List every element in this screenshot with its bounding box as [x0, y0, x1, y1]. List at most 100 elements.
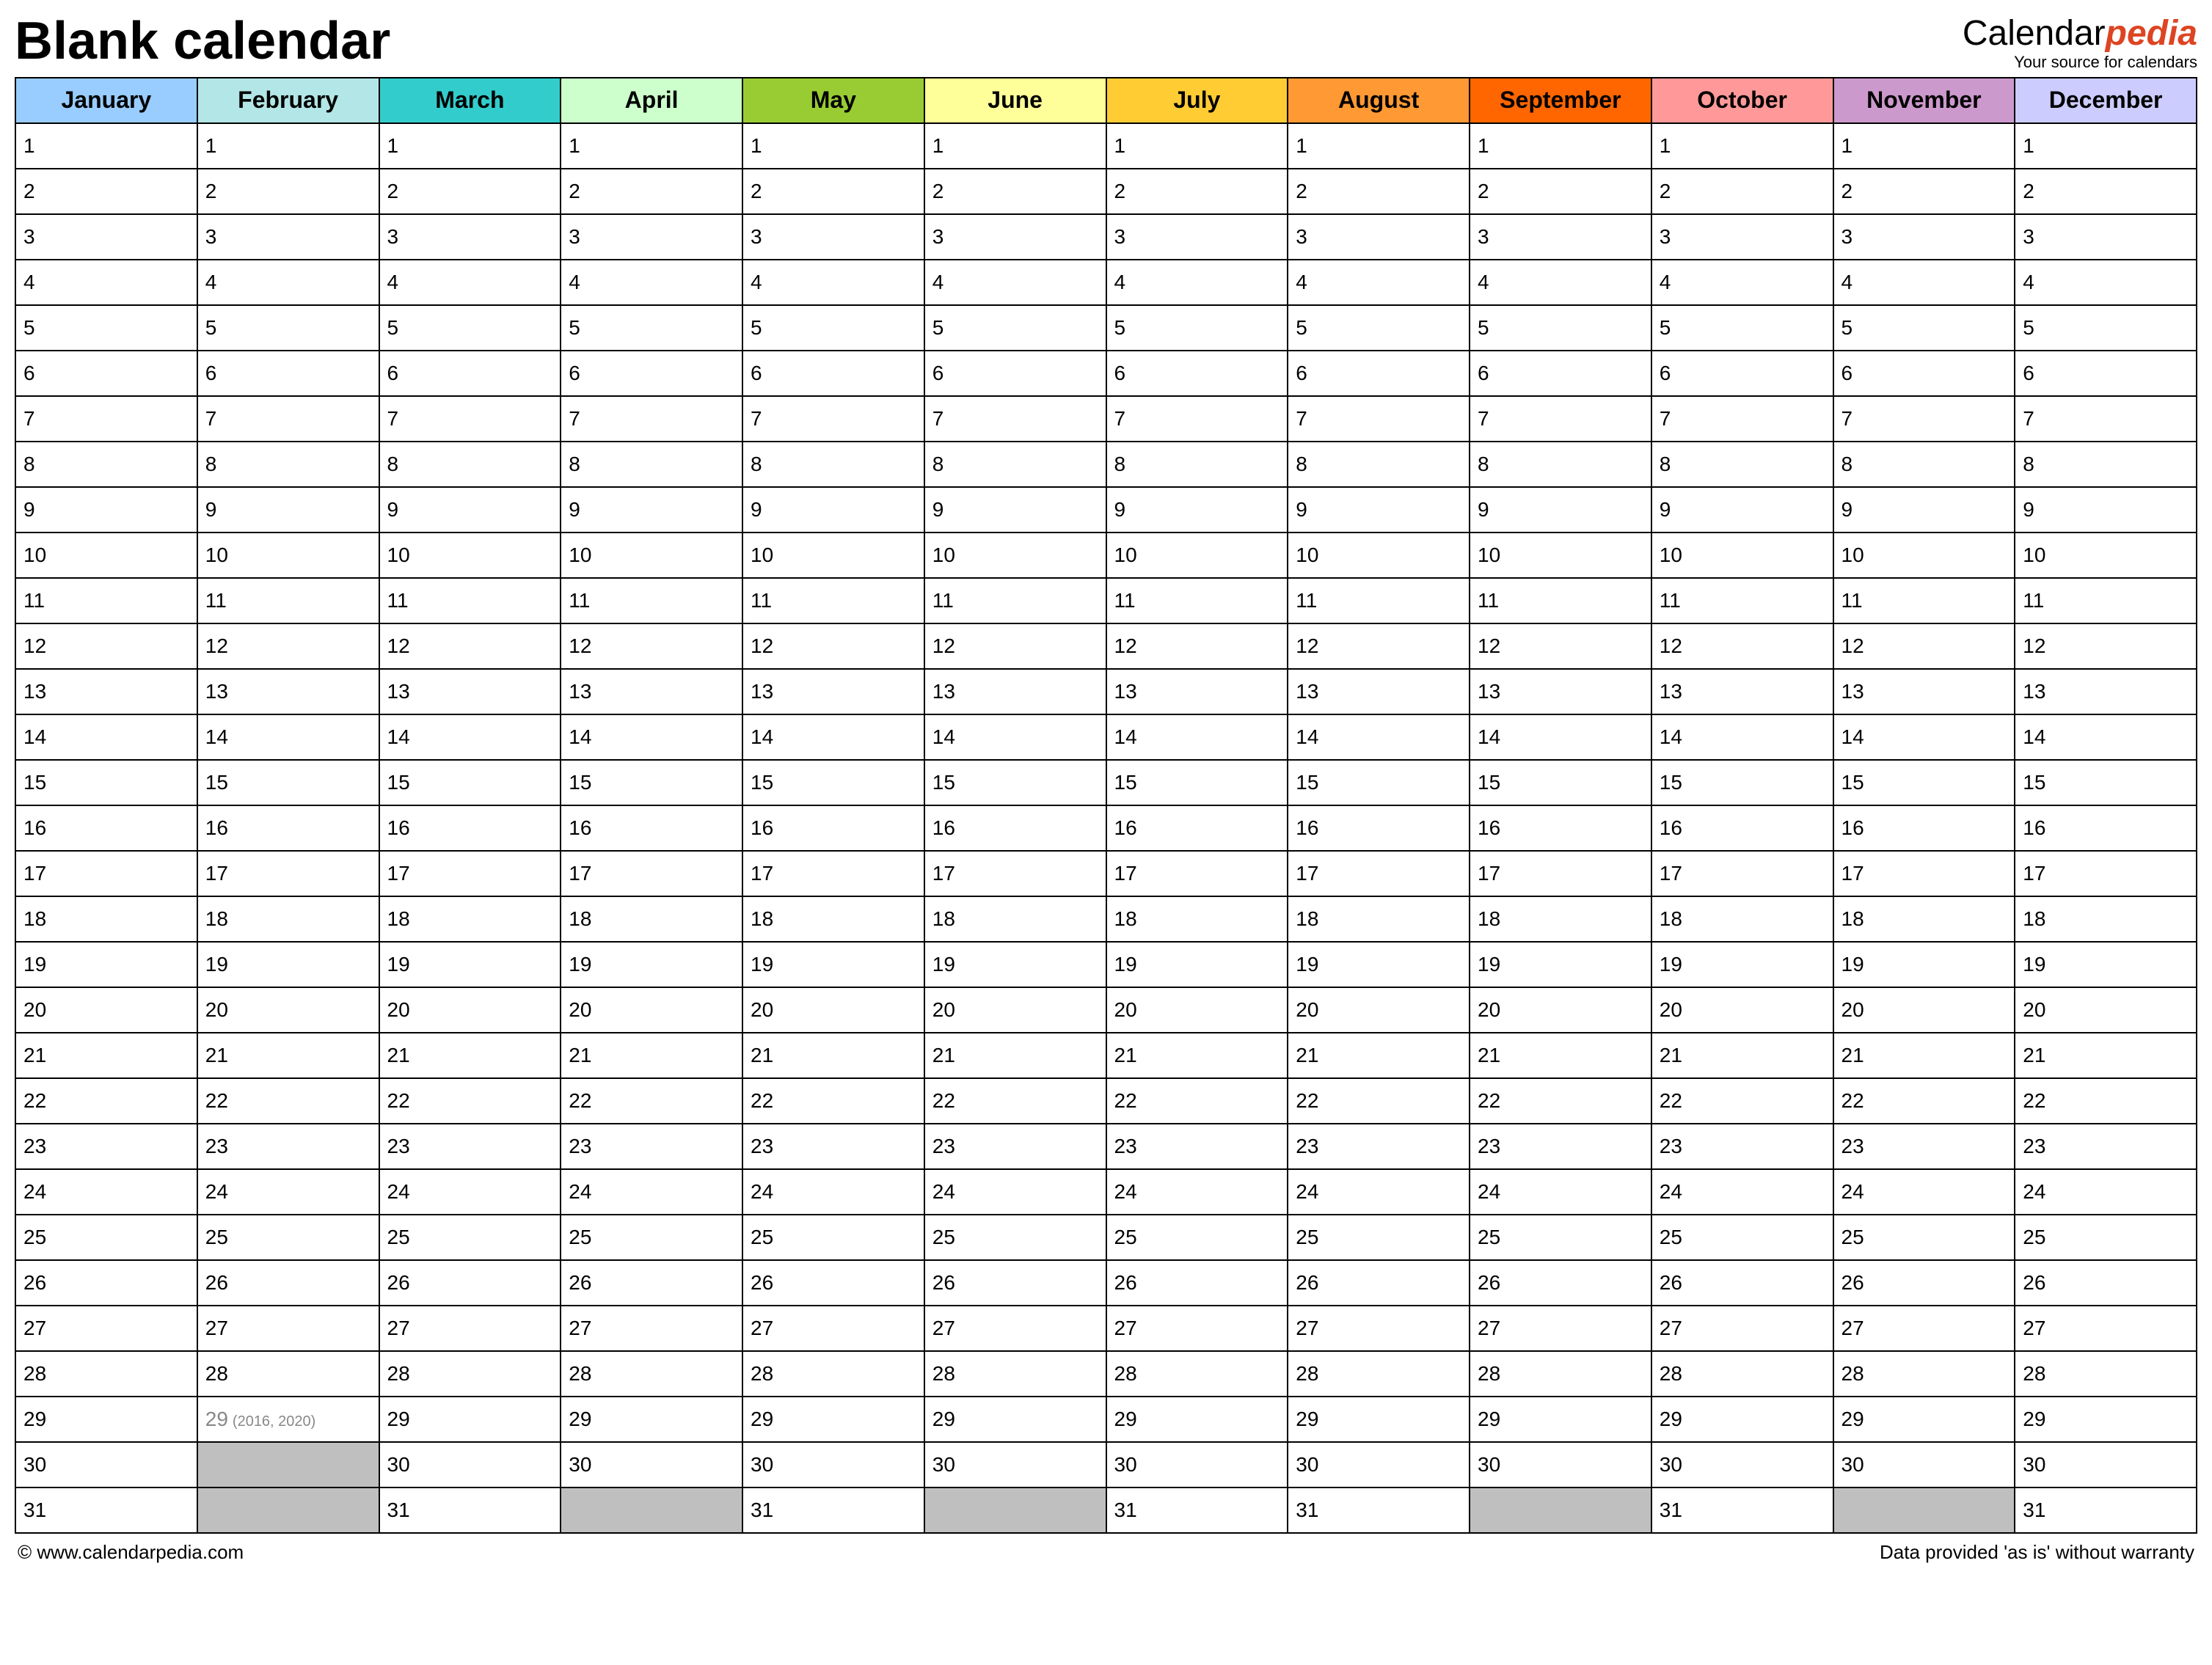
day-cell: 19: [1470, 942, 1651, 987]
day-cell: 20: [15, 987, 197, 1033]
day-cell: 7: [1106, 396, 1288, 442]
day-cell: 12: [924, 623, 1106, 669]
day-cell: 3: [1470, 214, 1651, 260]
day-cell: 6: [379, 351, 561, 396]
day-cell: 2: [924, 169, 1106, 214]
day-cell: 3: [561, 214, 742, 260]
day-cell: 23: [15, 1124, 197, 1169]
logo-main: Calendarpedia: [1963, 15, 2197, 54]
day-cell: 29: [924, 1397, 1106, 1442]
day-cell: 15: [1106, 760, 1288, 805]
day-cell: 1: [1833, 123, 2015, 169]
day-cell: 3: [15, 214, 197, 260]
day-cell: 20: [561, 987, 742, 1033]
day-cell: 8: [15, 442, 197, 487]
day-cell: 23: [197, 1124, 379, 1169]
day-cell: 8: [742, 442, 924, 487]
day-cell: 26: [1833, 1260, 2015, 1306]
day-cell: 7: [924, 396, 1106, 442]
day-cell: 2: [1470, 169, 1651, 214]
day-cell: 16: [15, 805, 197, 851]
day-cell: 29: [379, 1397, 561, 1442]
day-cell: 8: [379, 442, 561, 487]
leap-note: (2016, 2020): [233, 1413, 315, 1430]
day-cell: 17: [379, 851, 561, 896]
day-cell: 12: [15, 623, 197, 669]
day-cell: 15: [1288, 760, 1470, 805]
day-cell: 19: [1833, 942, 2015, 987]
day-cell: 10: [15, 533, 197, 578]
day-cell: 24: [1106, 1169, 1288, 1215]
day-cell: 27: [379, 1306, 561, 1351]
day-cell: 31: [15, 1487, 197, 1533]
day-cell: 24: [197, 1169, 379, 1215]
day-row: 999999999999: [15, 487, 2197, 533]
day-cell: 5: [742, 305, 924, 351]
day-cell: 25: [15, 1215, 197, 1260]
day-cell: 15: [1470, 760, 1651, 805]
day-cell: 31: [379, 1487, 561, 1533]
day-cell: 16: [1833, 805, 2015, 851]
day-cell: 17: [742, 851, 924, 896]
leap-day: 29: [205, 1408, 228, 1430]
day-cell: 27: [1833, 1306, 2015, 1351]
day-cell: 14: [15, 714, 197, 760]
day-cell: 7: [1833, 396, 2015, 442]
day-cell: 13: [15, 669, 197, 714]
day-cell: 21: [15, 1033, 197, 1078]
day-cell: 18: [379, 896, 561, 942]
day-cell: 29: [1833, 1397, 2015, 1442]
day-cell: 24: [742, 1169, 924, 1215]
logo-part2: pedia: [2106, 14, 2197, 53]
day-cell: 16: [1470, 805, 1651, 851]
day-row: 666666666666: [15, 351, 2197, 396]
day-cell: 6: [1106, 351, 1288, 396]
day-cell: 21: [561, 1033, 742, 1078]
day-cell: 1: [2015, 123, 2197, 169]
day-cell: 21: [1833, 1033, 2015, 1078]
day-cell: 14: [1288, 714, 1470, 760]
day-cell: 4: [1651, 260, 1833, 305]
day-cell: 26: [1288, 1260, 1470, 1306]
day-row: 3030303030303030303030: [15, 1442, 2197, 1487]
day-cell: 25: [1470, 1215, 1651, 1260]
day-row: 181818181818181818181818: [15, 896, 2197, 942]
day-cell: 13: [924, 669, 1106, 714]
day-cell: 7: [2015, 396, 2197, 442]
day-cell: 8: [2015, 442, 2197, 487]
day-cell: 10: [1288, 533, 1470, 578]
day-row: 141414141414141414141414: [15, 714, 2197, 760]
day-cell: 9: [1288, 487, 1470, 533]
day-cell: [197, 1442, 379, 1487]
day-cell: 5: [561, 305, 742, 351]
day-cell: 11: [15, 578, 197, 623]
day-cell: 6: [742, 351, 924, 396]
month-header-may: May: [742, 78, 924, 123]
day-cell: 28: [1106, 1351, 1288, 1397]
day-cell: 20: [197, 987, 379, 1033]
day-cell: 16: [742, 805, 924, 851]
day-cell: 18: [1288, 896, 1470, 942]
day-cell: 4: [924, 260, 1106, 305]
day-cell: [924, 1487, 1106, 1533]
day-cell: 10: [1106, 533, 1288, 578]
day-cell: 7: [1651, 396, 1833, 442]
day-cell: 2: [197, 169, 379, 214]
day-cell: 23: [1833, 1124, 2015, 1169]
footer-right: Data provided 'as is' without warranty: [1880, 1541, 2194, 1564]
day-cell: 27: [1288, 1306, 1470, 1351]
day-cell: 4: [197, 260, 379, 305]
day-cell: 23: [1288, 1124, 1470, 1169]
day-cell: 9: [1106, 487, 1288, 533]
day-cell: 20: [1833, 987, 2015, 1033]
day-cell: 24: [1470, 1169, 1651, 1215]
day-cell: 23: [561, 1124, 742, 1169]
day-cell: 5: [1470, 305, 1651, 351]
day-cell: 26: [15, 1260, 197, 1306]
day-cell: 1: [742, 123, 924, 169]
day-row: 202020202020202020202020: [15, 987, 2197, 1033]
day-cell: 28: [1470, 1351, 1651, 1397]
day-cell: 6: [2015, 351, 2197, 396]
day-row: 444444444444: [15, 260, 2197, 305]
day-cell: 14: [379, 714, 561, 760]
